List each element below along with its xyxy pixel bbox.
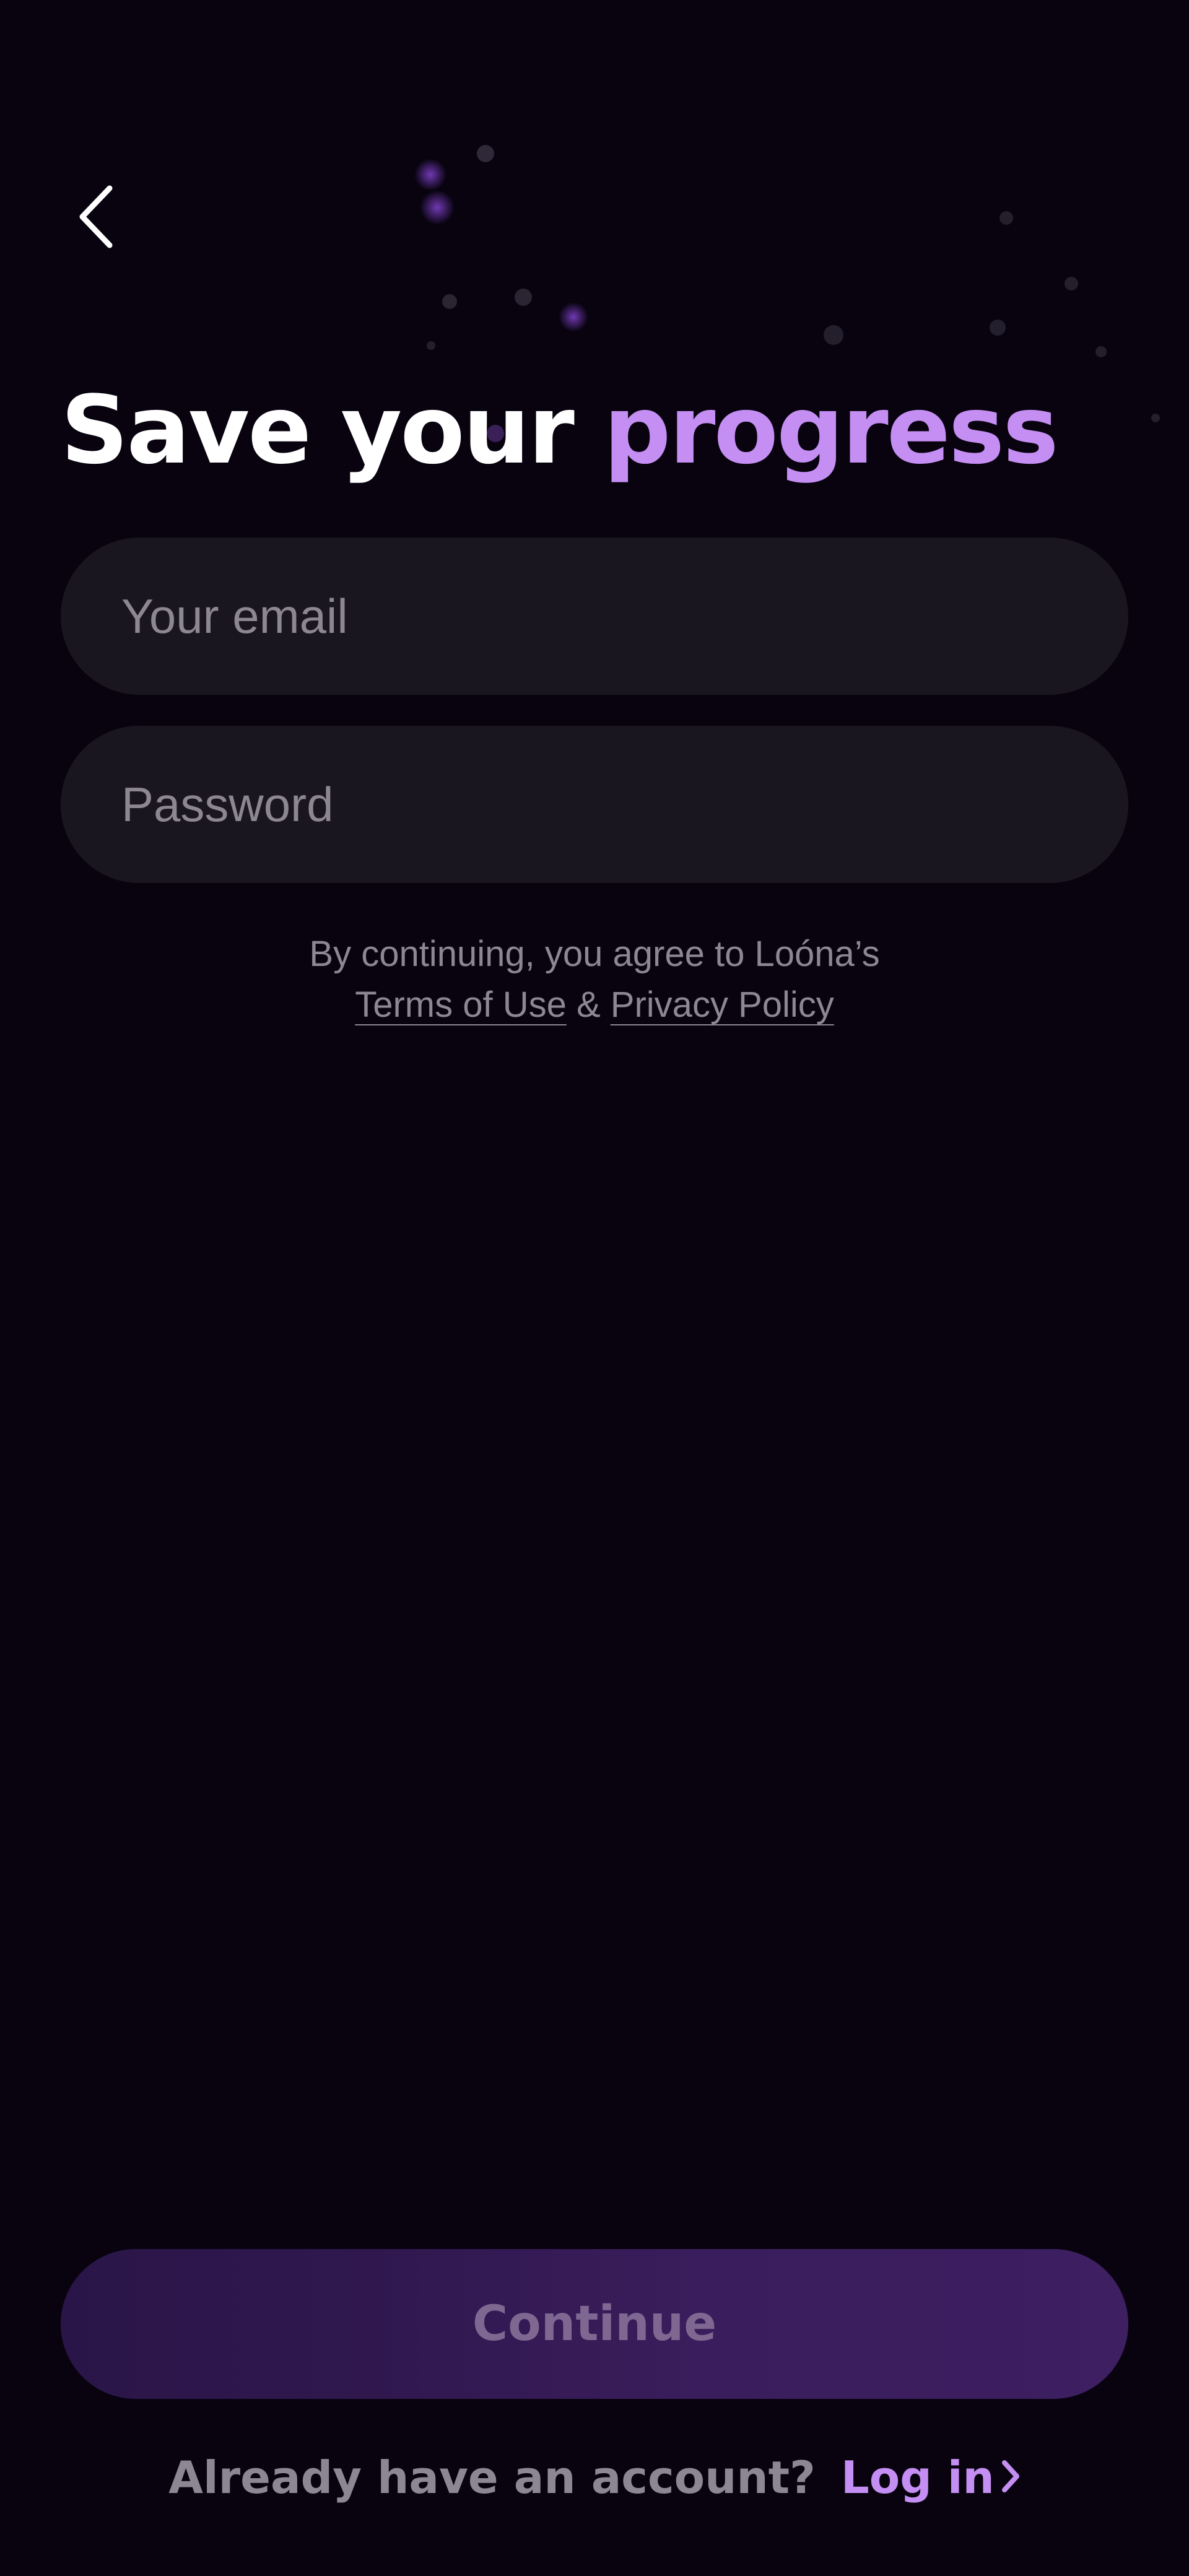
login-link[interactable]: Log in xyxy=(841,2452,1021,2504)
password-field[interactable] xyxy=(61,726,1128,883)
account-prompt-text: Already have an account? xyxy=(168,2452,816,2504)
terms-of-use-link[interactable]: Terms of Use xyxy=(355,985,567,1025)
chevron-right-icon xyxy=(1001,2460,1019,2493)
continue-button[interactable]: Continue xyxy=(61,2249,1128,2399)
legal-separator: & xyxy=(576,985,601,1025)
email-field[interactable] xyxy=(61,537,1128,695)
back-button[interactable] xyxy=(62,180,130,254)
legal-intro-text: By continuing, you agree to Loóna’s xyxy=(309,934,880,974)
privacy-policy-link[interactable]: Privacy Policy xyxy=(611,985,834,1025)
title-accent-text: progress xyxy=(603,375,1059,485)
legal-notice: By continuing, you agree to Loóna’s Term… xyxy=(0,929,1189,1030)
title-plain-text: Save your xyxy=(61,375,604,485)
page-title: Save your progress xyxy=(61,372,1059,489)
chevron-left-icon xyxy=(79,185,113,248)
login-link-label: Log in xyxy=(840,2452,995,2504)
login-prompt: Already have an account? Log in xyxy=(0,2443,1189,2512)
